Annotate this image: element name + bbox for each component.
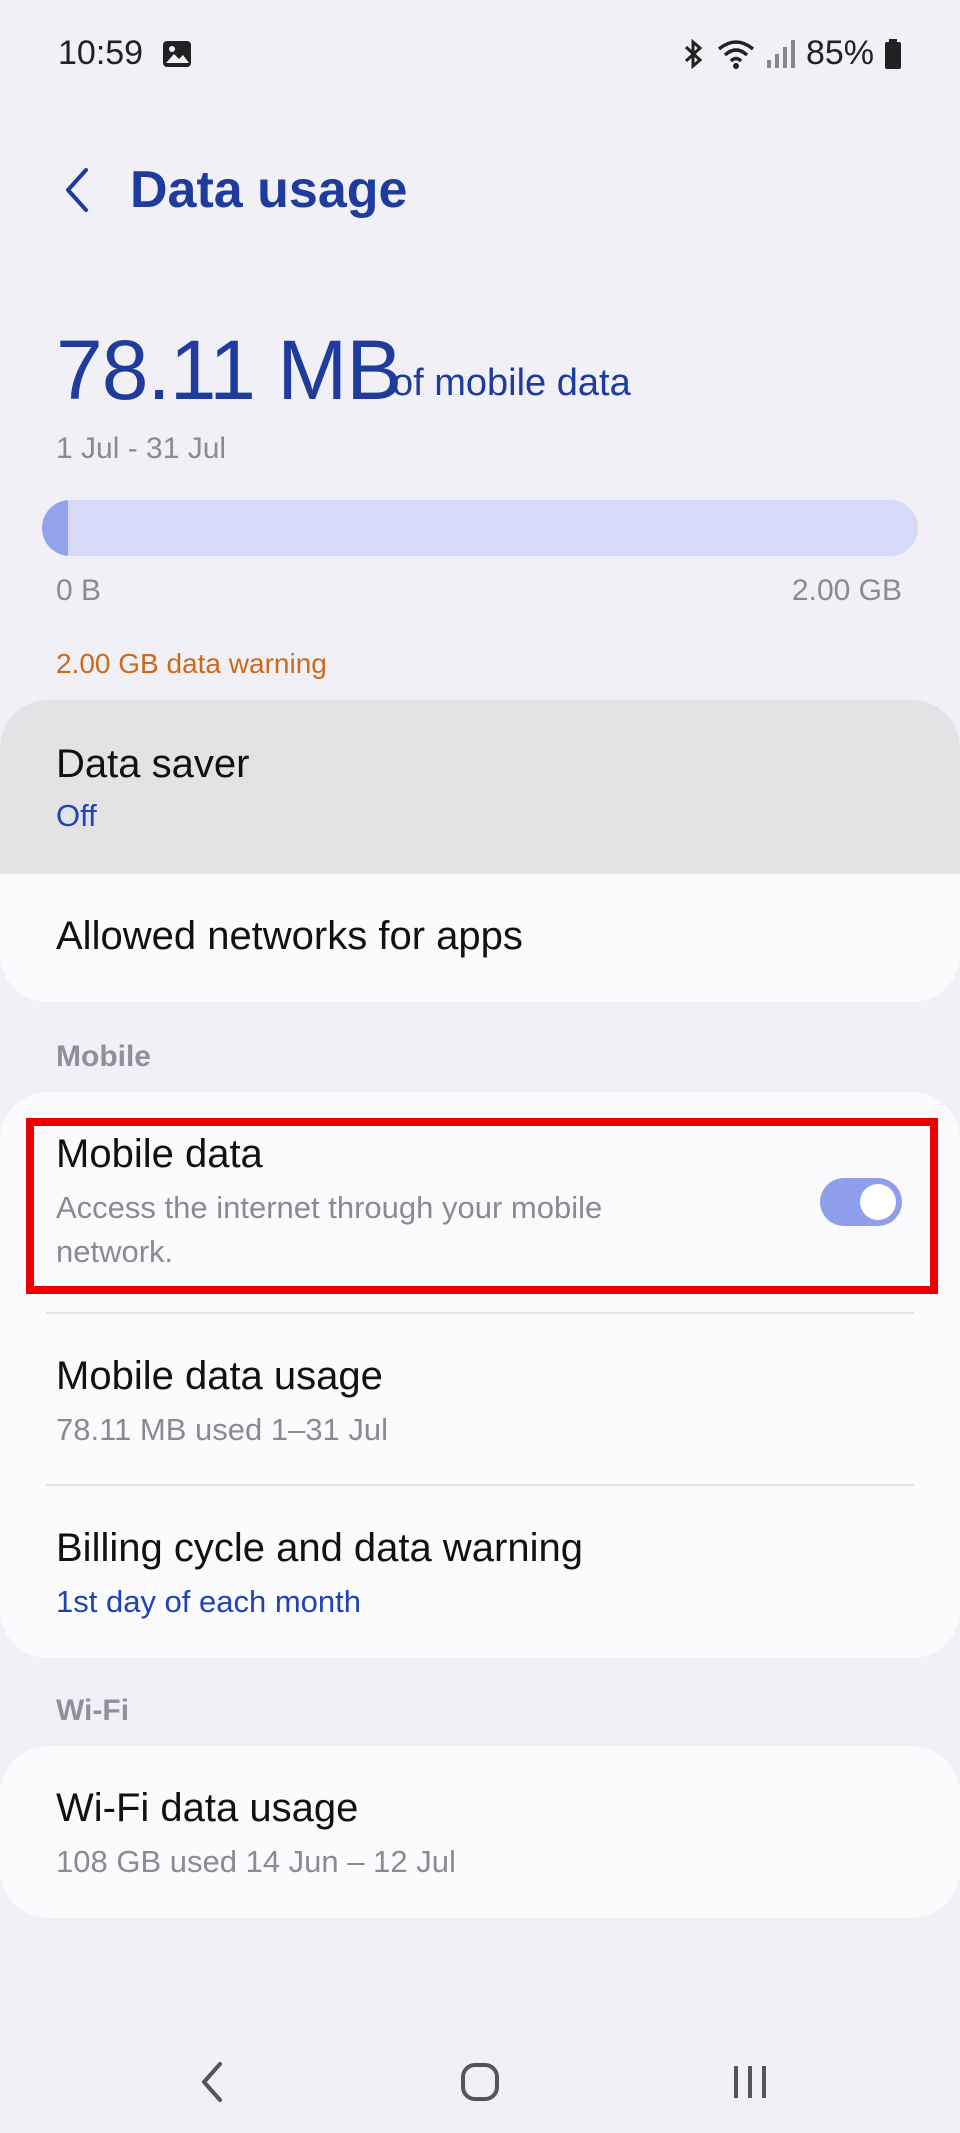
section-label-mobile: Mobile (56, 1040, 151, 1073)
gallery-notification-icon (162, 40, 192, 68)
chevron-left-icon (66, 168, 88, 212)
usage-progress-fill (42, 500, 69, 556)
mobile-data-usage-subtitle: 78.11 MB used 1–31 Jul (56, 1412, 389, 1447)
progress-min-label: 0 B (56, 574, 102, 607)
billing-cycle-title: Billing cycle and data warning (56, 1526, 583, 1570)
wifi-card: Wi-Fi data usage 108 GB used 14 Jun – 12… (0, 1746, 960, 1918)
status-icons: 85% (682, 34, 902, 73)
battery-icon (884, 38, 902, 70)
highlight-box (26, 1118, 938, 1294)
billing-cycle-row[interactable]: Billing cycle and data warning 1st day o… (0, 1486, 960, 1658)
usage-progress-bar (42, 500, 918, 556)
back-button[interactable] (52, 160, 102, 220)
data-saver-card: Data saver Off Allowed networks for apps (0, 700, 960, 1002)
data-saver-row[interactable]: Data saver Off (0, 700, 960, 874)
mobile-data-usage-title: Mobile data usage (56, 1354, 383, 1398)
page-title: Data usage (130, 161, 408, 219)
nav-home-button[interactable] (440, 2050, 520, 2114)
signal-icon (766, 38, 796, 70)
nav-recents-button[interactable] (710, 2050, 790, 2114)
billing-cycle-subtitle: 1st day of each month (56, 1584, 362, 1619)
progress-max-label: 2.00 GB (791, 574, 902, 607)
wifi-icon (716, 38, 756, 70)
usage-suffix: of mobile data (392, 362, 631, 404)
allowed-networks-row[interactable]: Allowed networks for apps (0, 874, 960, 1002)
bluetooth-icon (682, 38, 706, 70)
wifi-data-usage-title: Wi-Fi data usage (56, 1786, 359, 1830)
nav-back-button[interactable] (172, 2050, 252, 2114)
wifi-data-usage-subtitle: 108 GB used 14 Jun – 12 Jul (56, 1844, 456, 1879)
nav-recents-icon (734, 2066, 766, 2098)
usage-period: 1 Jul - 31 Jul (56, 432, 227, 465)
wifi-data-usage-row[interactable]: Wi-Fi data usage 108 GB used 14 Jun – 12… (0, 1746, 960, 1918)
data-saver-value: Off (56, 798, 97, 833)
data-saver-title: Data saver (56, 742, 250, 786)
nav-back-icon (202, 2062, 222, 2102)
section-label-wifi: Wi-Fi (56, 1694, 130, 1727)
usage-amount: 78.11 MB (56, 323, 402, 417)
allowed-networks-title: Allowed networks for apps (56, 914, 523, 958)
nav-home-icon (461, 2063, 499, 2101)
mobile-data-usage-row[interactable]: Mobile data usage 78.11 MB used 1–31 Jul (0, 1314, 960, 1486)
data-warning-label: 2.00 GB data warning (56, 648, 327, 679)
status-time: 10:59 (58, 34, 144, 72)
battery-percent: 85% (805, 34, 874, 72)
